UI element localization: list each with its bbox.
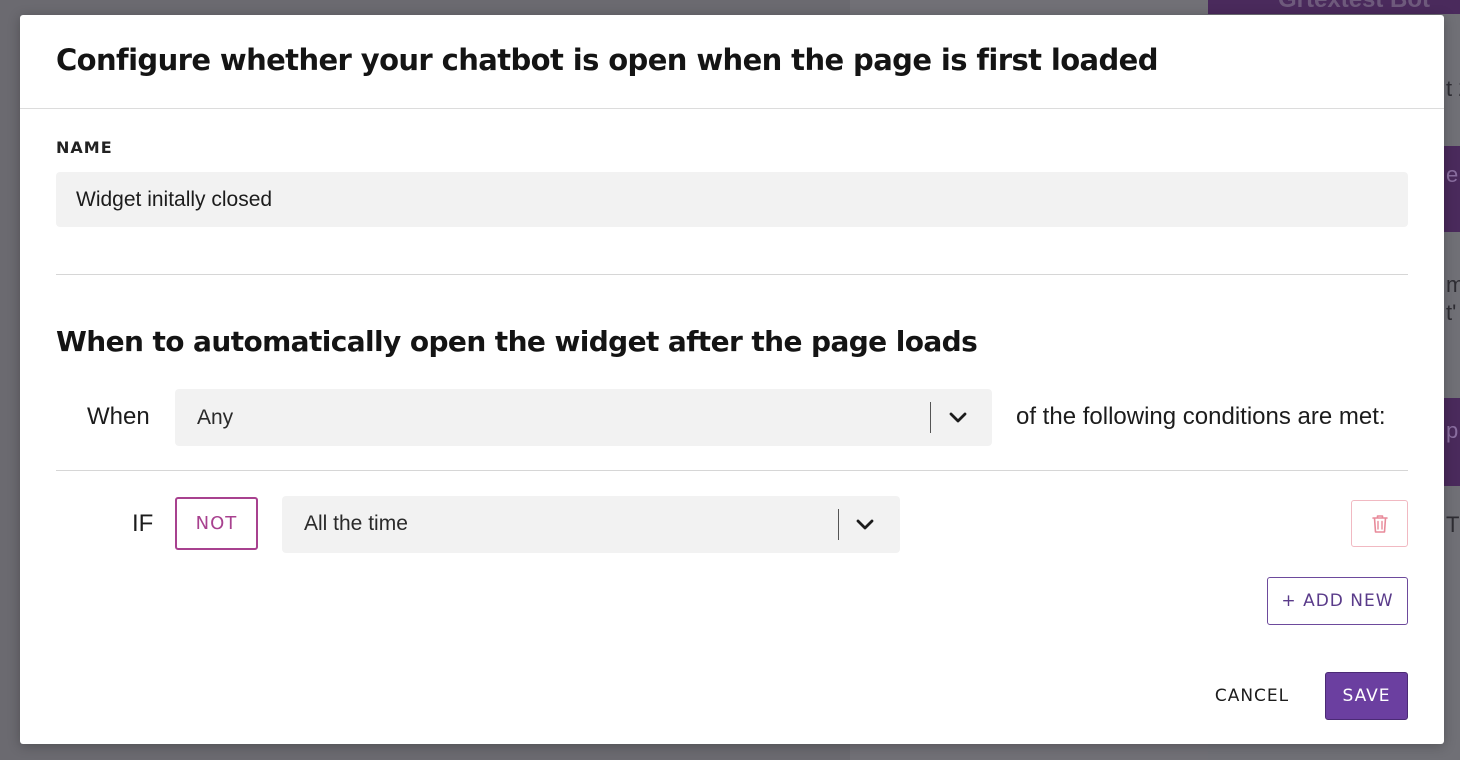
save-button[interactable]: SAVE	[1325, 672, 1408, 720]
delete-condition-button[interactable]	[1351, 500, 1408, 547]
cancel-button[interactable]: CANCEL	[1200, 672, 1304, 720]
background-purple-block	[1444, 146, 1460, 232]
conditions-divider	[56, 470, 1408, 471]
background-bot-title: Grtextest Bot	[1278, 0, 1460, 14]
when-label: When	[87, 403, 150, 430]
add-new-condition-button[interactable]: + ADD NEW	[1267, 577, 1408, 625]
not-toggle-button[interactable]: NOT	[175, 497, 258, 550]
chevron-down-icon	[856, 519, 874, 530]
condition-rule-select[interactable]: All the time	[282, 496, 900, 553]
chevron-down-icon	[949, 412, 967, 423]
name-label: NAME	[56, 138, 113, 157]
background-fragment: t 2	[1446, 76, 1460, 101]
trash-icon	[1371, 514, 1388, 533]
name-input[interactable]	[56, 172, 1408, 227]
header-divider	[20, 108, 1444, 109]
background-fragment: t'	[1446, 300, 1457, 325]
background-fragment: e	[1446, 162, 1459, 187]
background-fragment: Th	[1446, 512, 1460, 537]
select-separator	[838, 509, 839, 540]
conditions-suffix: of the following conditions are met:	[1016, 403, 1386, 430]
if-label: IF	[132, 510, 154, 537]
configure-modal: Configure whether your chatbot is open w…	[20, 15, 1444, 744]
section-title: When to automatically open the widget af…	[56, 325, 978, 358]
match-mode-value: Any	[197, 406, 234, 429]
condition-rule-value: All the time	[304, 512, 408, 535]
select-separator	[930, 402, 931, 433]
section-divider	[56, 274, 1408, 275]
modal-title: Configure whether your chatbot is open w…	[56, 43, 1159, 77]
background-fragment: m	[1446, 272, 1460, 297]
match-mode-select[interactable]: Any	[175, 389, 992, 446]
background-fragment: p	[1446, 418, 1459, 443]
